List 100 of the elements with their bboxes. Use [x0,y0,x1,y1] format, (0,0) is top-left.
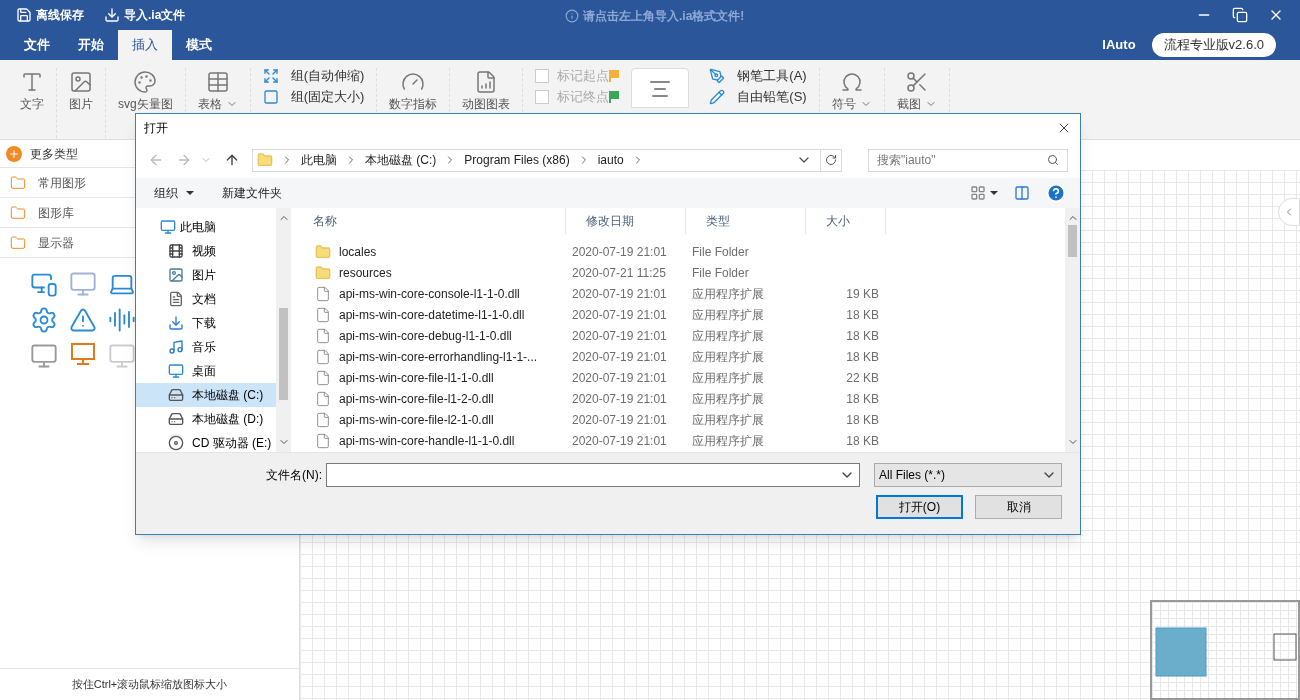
layout-button[interactable] [631,68,690,108]
file-row[interactable]: api-ms-win-core-handle-l1-1-0.dll 2020-07-19 21:01 应用程序扩展 18 KB [293,430,1065,451]
ribbon-tab[interactable]: 插入 [118,30,172,60]
category-item[interactable]: 图形库 [38,203,74,222]
nav-item[interactable]: 下载 [136,311,276,335]
download-icon [104,7,120,23]
up-icon[interactable] [224,152,240,168]
checkbox[interactable] [535,90,550,104]
download-icon [168,315,184,331]
image-icon[interactable] [69,70,93,94]
file-row[interactable]: api-ms-win-core-debug-l1-1-0.dll 2020-07-19 21:01 应用程序扩展 18 KB [293,325,1065,346]
ribbon-tab[interactable]: 开始 [64,30,118,60]
file-row[interactable]: api-ms-win-core-file-l2-1-0.dll 2020-07-19 21:01 应用程序扩展 18 KB [293,409,1065,430]
palette-icon[interactable] [133,70,158,94]
ribbon-label[interactable]: 图片 [69,96,93,112]
scroll-thumb[interactable] [279,308,288,400]
text-icon[interactable] [20,70,44,94]
expand-icon[interactable] [262,68,279,84]
edition-badge: 流程专业版v2.6.0 [1151,33,1276,57]
back-icon[interactable] [148,152,164,168]
checkbox[interactable] [535,69,550,83]
ribbon-label[interactable]: 截图 [896,96,921,112]
caret-icon [186,191,194,195]
toolbar-button[interactable]: 组织 [154,184,194,202]
restore-icon[interactable] [1232,7,1248,23]
import-button[interactable]: 导入.ia文件 [104,6,186,24]
ribbon-label[interactable]: 组(自动伸缩) [290,68,365,84]
column-header[interactable]: 名称 [293,208,566,234]
file-icon [315,348,331,365]
scrollbar[interactable] [276,208,291,452]
filename-label: 文件名(N): [266,467,322,484]
file-icon [315,285,331,302]
file-row[interactable]: resources 2020-07-21 11:25 File Folder [293,262,1065,283]
nav-item[interactable]: 视频 [136,239,276,263]
dialog-button[interactable]: 取消 [975,495,1062,519]
file-row[interactable]: api-ms-win-core-errorhandling-l1-1-... 2020-07-19 21:01 应用程序扩展 18 KB [293,346,1065,367]
image-icon [168,267,184,283]
nav-item[interactable]: 桌面 [136,359,276,383]
ribbon-tab[interactable]: 模式 [172,30,226,60]
search-field[interactable]: 搜索"iauto" [868,148,1068,172]
ribbon-label[interactable]: svg矢量图 [118,96,173,112]
add-icon[interactable] [6,145,22,162]
file-row[interactable]: api-ms-win-core-datetime-l1-1-0.dll 2020-07-19 21:01 应用程序扩展 18 KB [293,304,1065,325]
ribbon-label[interactable]: 符号 [831,96,856,112]
ribbon-tab[interactable]: 文件 [10,30,64,60]
file-icon [315,306,331,323]
nav-item[interactable]: CD 驱动器 (E:) [136,431,276,452]
ribbon-label[interactable]: 数字指标 [389,96,438,112]
scrollbar[interactable] [1065,208,1080,452]
column-header[interactable]: 修改日期 [566,208,686,234]
file-type-select[interactable]: All Files (*.*) [874,463,1062,487]
breadcrumb-item[interactable]: 此电脑 [301,151,337,169]
folder-icon[interactable] [10,234,26,251]
search-icon[interactable] [1047,154,1059,166]
file-row[interactable]: api-ms-win-core-file-l1-1-0.dll 2020-07-19 21:01 应用程序扩展 22 KB [293,367,1065,388]
category-item[interactable]: 常用图形 [38,173,86,192]
file-row[interactable]: locales 2020-07-19 21:01 File Folder [293,241,1065,262]
panel-header[interactable]: 更多类型 [30,144,78,163]
nav-item[interactable]: 此电脑 [136,215,276,239]
ribbon-label[interactable]: 自由铅笔(S) [737,89,807,105]
file-row[interactable]: api-ms-win-core-file-l1-2-0.dll 2020-07-19 21:01 应用程序扩展 18 KB [293,388,1065,409]
caret-icon[interactable] [990,191,998,195]
ribbon-label[interactable]: 钢笔工具(A) [737,68,807,84]
ribbon-label[interactable]: 文字 [20,96,44,112]
save-button[interactable]: 离线保存 [16,6,84,24]
column-header[interactable]: 类型 [686,208,806,234]
pencil-icon[interactable] [709,89,726,105]
preview-pane-icon[interactable] [1014,185,1030,201]
scissors-icon[interactable] [904,70,929,94]
pen-icon[interactable] [709,68,726,84]
nav-item[interactable]: 图片 [136,263,276,287]
nav-item[interactable]: 本地磁盘 (C:) [136,383,276,407]
breadcrumb-item[interactable]: Program Files (x86) [464,151,570,169]
file-row[interactable]: api-ms-win-core-console-l1-1-0.dll 2020-07-19 21:01 应用程序扩展 19 KB [293,283,1065,304]
table-icon[interactable] [205,70,230,94]
nav-item[interactable]: 音乐 [136,335,276,359]
info-icon [565,9,579,23]
column-header[interactable]: 大小 [806,208,886,234]
forward-icon[interactable] [176,152,192,168]
scroll-thumb[interactable] [1068,225,1077,257]
category-item[interactable]: 显示器 [38,233,74,252]
drive-icon [168,387,184,403]
frame-icon[interactable] [262,89,279,105]
nav-item[interactable]: 文档 [136,287,276,311]
breadcrumb-item[interactable]: 本地磁盘 (C:) [365,151,437,169]
folder-icon[interactable] [10,174,26,191]
breadcrumb-item[interactable]: iauto [597,151,624,169]
address-bar[interactable]: 此电脑 本地磁盘 (C:) Program Files (x86) iauto [252,148,842,172]
dialog-button[interactable]: 打开(O) [876,495,963,519]
search-input[interactable]: 搜索"iauto" [877,151,1047,169]
help-icon[interactable] [1046,183,1066,203]
nav-item[interactable]: 本地磁盘 (D:) [136,407,276,431]
refresh-icon[interactable] [825,154,837,166]
ribbon-label[interactable]: 动图图表 [462,96,511,112]
ribbon-label[interactable]: 表格 [197,96,222,112]
toolbar-button[interactable]: 新建文件夹 [222,184,282,202]
folder-icon[interactable] [10,204,26,221]
omega-icon[interactable] [839,70,864,94]
ribbon-label[interactable]: 组(固定大小) [290,89,365,105]
drive-icon [168,411,184,427]
